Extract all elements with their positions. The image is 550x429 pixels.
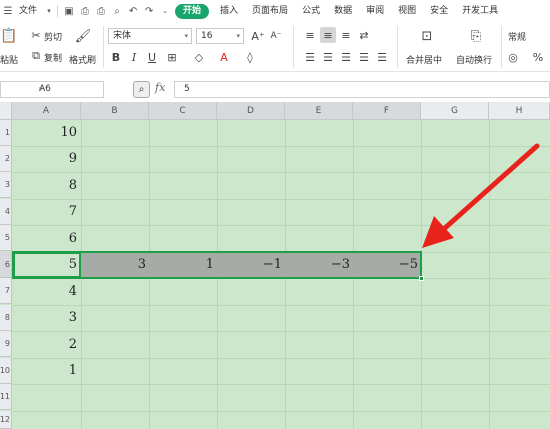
fill-color-icon[interactable]: ◇ <box>191 49 207 65</box>
paste-button[interactable]: 粘贴 <box>0 53 18 66</box>
clear-format-icon[interactable]: ◊ <box>242 49 258 65</box>
tab-page-layout[interactable]: 页面布局 <box>245 0 295 22</box>
copy-icon[interactable]: ⧉ <box>28 48 44 64</box>
tab-developer[interactable]: 开发工具 <box>455 0 505 22</box>
font-name-select[interactable]: 宋体 ▾ <box>108 28 192 44</box>
file-menu[interactable]: 文件 <box>16 0 44 22</box>
print-icon[interactable]: ⎙ <box>93 0 109 22</box>
tab-security[interactable]: 安全 <box>423 0 455 22</box>
ribbon-divider <box>397 26 398 68</box>
formula-input[interactable]: 5 <box>174 81 550 98</box>
font-size-value: 16 <box>201 31 213 41</box>
chevron-down-icon[interactable]: ▾ <box>44 0 54 22</box>
format-painter-icon[interactable]: 🖌 <box>74 26 92 46</box>
tab-data[interactable]: 数据 <box>327 0 359 22</box>
orientation-icon[interactable]: ⇄ <box>356 27 372 43</box>
italic-icon[interactable]: I <box>126 49 142 65</box>
underline-icon[interactable]: U <box>144 49 160 65</box>
align-top-icon[interactable]: ≡ <box>302 27 318 43</box>
more-icon[interactable]: ⌄ <box>157 0 173 22</box>
formula-value: 5 <box>184 84 190 94</box>
font-name-value: 宋体 <box>113 31 132 41</box>
redo-icon[interactable]: ↷ <box>141 0 157 22</box>
wrap-text-icon[interactable]: ⎘ <box>466 26 486 46</box>
ribbon-divider <box>103 26 104 68</box>
distributed-icon[interactable]: ☰ <box>374 49 390 65</box>
copy-button[interactable]: 复制 <box>44 51 62 64</box>
justify-icon[interactable]: ☰ <box>356 49 372 65</box>
function-icon[interactable]: fx <box>155 81 165 94</box>
format-painter-button[interactable]: 格式刷 <box>69 53 96 66</box>
chevron-down-icon: ▾ <box>184 32 188 40</box>
align-center-icon[interactable]: ☰ <box>320 49 336 65</box>
name-box[interactable]: A6 ▾ <box>0 81 104 98</box>
annotation-arrow <box>422 143 540 248</box>
menu-divider <box>57 5 59 17</box>
align-middle-icon[interactable]: ≡ <box>320 27 336 43</box>
align-left-icon[interactable]: ☰ <box>302 49 318 65</box>
align-right-icon[interactable]: ☰ <box>338 49 354 65</box>
increase-font-icon[interactable]: A⁺ <box>250 28 266 44</box>
align-bottom-icon[interactable]: ≡ <box>338 27 354 43</box>
paste-icon[interactable]: 📋 <box>0 26 18 46</box>
bold-icon[interactable]: B <box>108 49 124 65</box>
cut-icon[interactable]: ✂ <box>28 27 44 43</box>
formula-bar: A6 ▾ ⌕ fx 5 <box>0 80 550 99</box>
percent-button[interactable]: % <box>530 49 546 65</box>
print-preview-icon[interactable]: ⌕ <box>109 0 125 22</box>
export-icon[interactable]: ⎙ <box>77 0 93 22</box>
tab-view[interactable]: 视图 <box>391 0 423 22</box>
ribbon-divider <box>501 26 502 68</box>
font-size-select[interactable]: 16 ▾ <box>196 28 244 44</box>
merge-center-icon[interactable]: ⊡ <box>417 26 437 46</box>
hamburger-menu-icon[interactable]: ☰ <box>0 0 16 22</box>
menu-bar: ☰ 文件 ▾ ▣ ⎙ ⎙ ⌕ ↶ ↷ ⌄ 开始 插入 页面布局 公式 数据 审阅… <box>0 0 550 22</box>
font-color-icon[interactable]: A <box>216 49 232 65</box>
spreadsheet-grid[interactable]: A B C D E F G H 1 2 3 4 5 6 7 8 9 10 11 … <box>0 102 550 429</box>
chevron-down-icon: ▾ <box>236 32 240 40</box>
ribbon-divider <box>293 26 294 68</box>
tab-formula[interactable]: 公式 <box>295 0 327 22</box>
tab-insert[interactable]: 插入 <box>213 0 245 22</box>
tab-start[interactable]: 开始 <box>175 3 210 19</box>
merge-center-button[interactable]: 合并居中 <box>406 53 442 66</box>
borders-icon[interactable]: ⊞ <box>164 49 180 65</box>
decrease-font-icon[interactable]: A⁻ <box>268 28 284 44</box>
chevron-down-icon: ▾ <box>39 85 43 93</box>
wrap-text-button[interactable]: 自动换行 <box>456 53 492 66</box>
cut-button[interactable]: 剪切 <box>44 30 62 43</box>
currency-icon[interactable]: ◎ <box>505 49 521 65</box>
zoom-search-icon[interactable]: ⌕ <box>133 81 150 98</box>
undo-icon[interactable]: ↶ <box>125 0 141 22</box>
save-icon[interactable]: ▣ <box>61 0 77 22</box>
ribbon-toolbar: 📋 粘贴 ✂ 剪切 ⧉ 复制 🖌 格式刷 宋体 ▾ 16 ▾ A⁺ A⁻ B I… <box>0 22 550 72</box>
tab-review[interactable]: 审阅 <box>359 0 391 22</box>
number-format-select[interactable]: 常规 <box>508 30 526 43</box>
